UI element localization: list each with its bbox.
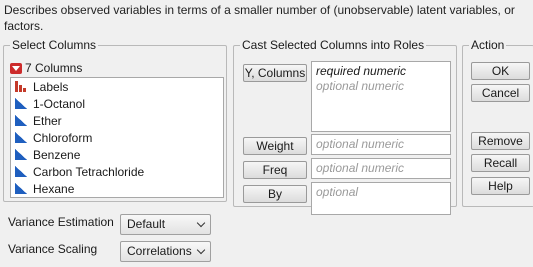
variance-scaling-value: Correlations <box>127 244 192 258</box>
continuous-icon <box>15 115 27 126</box>
help-button[interactable]: Help <box>471 177 530 195</box>
list-item[interactable]: Hexane <box>11 180 223 197</box>
list-item[interactable]: 1-Octanol <box>11 95 223 112</box>
select-columns-title: Select Columns <box>10 38 99 52</box>
list-item[interactable]: Ether <box>11 112 223 129</box>
continuous-icon <box>15 132 27 143</box>
continuous-icon <box>15 98 27 109</box>
freq-role-box[interactable]: optional numeric <box>311 158 451 179</box>
required-hint: required numeric <box>316 64 407 78</box>
weight-button[interactable]: Weight <box>243 137 307 155</box>
recall-button[interactable]: Recall <box>471 154 530 172</box>
nominal-bar-icon <box>15 81 27 92</box>
y-columns-role-box[interactable]: required numeric optional numeric <box>311 61 451 132</box>
red-triangle-menu-icon[interactable] <box>10 62 22 74</box>
column-count-header[interactable]: 7 Columns <box>10 61 82 75</box>
list-item[interactable]: Labels <box>11 78 223 95</box>
variance-estimation-value: Default <box>127 217 166 231</box>
chevron-down-icon <box>196 218 206 228</box>
column-label: 1-Octanol <box>33 96 86 111</box>
column-label: Ether <box>33 113 62 128</box>
variance-scaling-label: Variance Scaling <box>8 242 98 256</box>
by-role-box[interactable]: optional <box>311 182 451 215</box>
variance-scaling-select[interactable]: Correlations <box>120 241 211 262</box>
continuous-icon <box>15 183 27 194</box>
by-button[interactable]: By <box>243 185 307 203</box>
y-columns-button[interactable]: Y, Columns <box>243 64 307 82</box>
continuous-icon <box>15 166 27 177</box>
column-label: Chloroform <box>33 130 93 145</box>
ok-button[interactable]: OK <box>471 62 530 80</box>
weight-role-box[interactable]: optional numeric <box>311 134 451 155</box>
action-panel: Action OK Cancel Remove Recall Help <box>462 38 533 207</box>
continuous-icon <box>15 149 27 160</box>
list-item[interactable]: Benzene <box>11 146 223 163</box>
cast-roles-panel: Cast Selected Columns into Roles Y, Colu… <box>233 38 457 215</box>
cast-roles-title: Cast Selected Columns into Roles <box>240 38 427 52</box>
list-item[interactable]: Carbon Tetrachloride <box>11 163 223 180</box>
list-item[interactable]: Chloroform <box>11 129 223 146</box>
freq-button[interactable]: Freq <box>243 161 307 179</box>
chevron-down-icon <box>196 245 206 255</box>
column-label: Benzene <box>33 147 81 162</box>
column-label: Labels <box>33 79 69 94</box>
column-count-label: 7 Columns <box>25 61 83 75</box>
column-label: Hexane <box>33 181 75 196</box>
select-columns-panel: Select Columns 7 Columns Labels 1-Octano… <box>3 38 227 202</box>
dialog-description: Describes observed variables in terms of… <box>4 3 515 33</box>
variance-estimation-select[interactable]: Default <box>120 214 211 235</box>
optional-hint: optional numeric <box>316 79 405 93</box>
column-list[interactable]: Labels 1-Octanol Ether Chloroform Benzen… <box>10 77 224 198</box>
column-label: Carbon Tetrachloride <box>33 164 145 179</box>
cancel-button[interactable]: Cancel <box>471 84 530 102</box>
remove-button[interactable]: Remove <box>471 132 530 150</box>
action-title: Action <box>469 38 507 52</box>
variance-estimation-label: Variance Estimation <box>8 215 114 229</box>
